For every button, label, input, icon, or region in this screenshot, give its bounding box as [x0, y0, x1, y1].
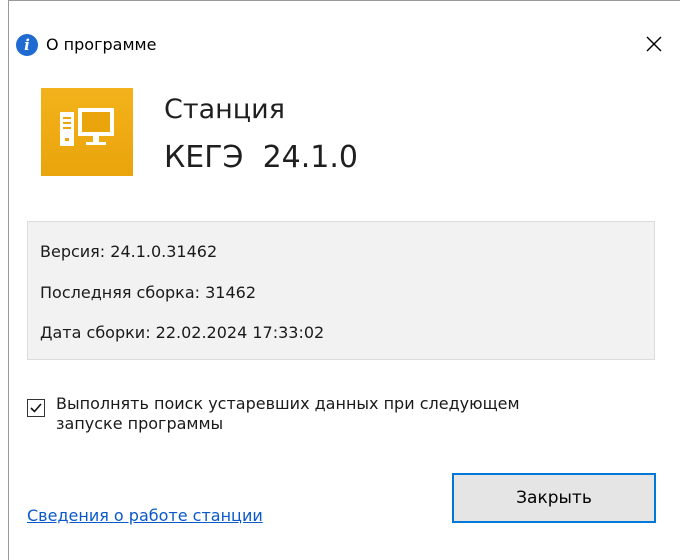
window-title: О программе [46, 35, 157, 54]
computer-station-icon [41, 88, 133, 176]
build-info-panel: Версия: 24.1.0.31462 Последняя сборка: 3… [27, 221, 655, 360]
product-name: Станция [164, 94, 285, 125]
build-date-text: Дата сборки: 22.02.2024 17:33:02 [40, 323, 325, 342]
close-icon[interactable] [636, 28, 672, 60]
search-outdated-checkbox[interactable] [27, 399, 45, 417]
station-info-link[interactable]: Сведения о работе станции [27, 506, 263, 526]
close-button[interactable]: Закрыть [452, 473, 656, 523]
product-version-title: КЕГЭ 24.1.0 [164, 140, 358, 175]
check-icon [30, 403, 42, 413]
info-icon: i [16, 34, 38, 56]
last-build-text: Последняя сборка: 31462 [40, 283, 256, 302]
version-text: Версия: 24.1.0.31462 [40, 242, 218, 261]
search-outdated-label[interactable]: Выполнять поиск устаревших данных при сл… [56, 394, 576, 434]
